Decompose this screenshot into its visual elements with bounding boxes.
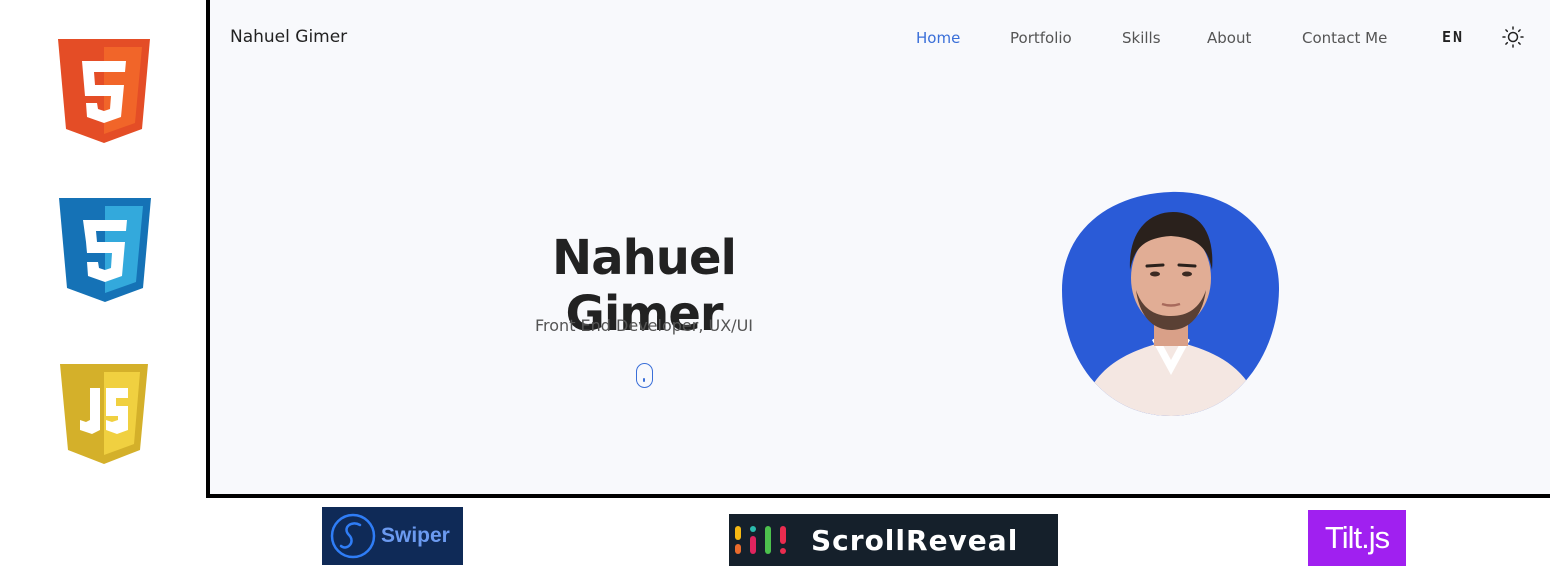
sun-icon[interactable] xyxy=(1502,26,1524,48)
website-preview: Nahuel Gimer Home Portfolio Skills About… xyxy=(206,0,1550,498)
language-toggle[interactable]: EN xyxy=(1442,28,1464,46)
nav-link-portfolio[interactable]: Portfolio xyxy=(1010,29,1072,47)
nav-link-skills[interactable]: Skills xyxy=(1122,29,1161,47)
mouse-scroll-icon[interactable] xyxy=(636,363,653,388)
hero-subtitle: Front End Developer, UX/UI xyxy=(535,316,753,335)
nav-link-home[interactable]: Home xyxy=(916,29,960,47)
tiltjs-badge: Tilt.js xyxy=(1308,510,1406,566)
swiper-label: Swiper xyxy=(381,524,450,547)
html5-icon xyxy=(58,39,150,143)
profile-photo xyxy=(1062,191,1280,417)
js-icon xyxy=(60,364,148,464)
swiper-badge: Swiper xyxy=(322,507,463,565)
brand-logo[interactable]: Nahuel Gimer xyxy=(230,27,347,47)
navbar: Nahuel Gimer Home Portfolio Skills About… xyxy=(210,0,1550,76)
scrollreveal-badge: ScrollReveal xyxy=(729,514,1058,566)
css3-icon xyxy=(59,198,151,302)
scrollreveal-label: ScrollReveal xyxy=(811,523,1019,557)
swiper-logo-icon xyxy=(330,513,376,559)
nav-link-contact[interactable]: Contact Me xyxy=(1302,29,1387,47)
scrollreveal-logo-icon xyxy=(735,526,786,554)
nav-link-about[interactable]: About xyxy=(1207,29,1251,47)
tiltjs-label: Tilt.js xyxy=(1324,520,1390,555)
